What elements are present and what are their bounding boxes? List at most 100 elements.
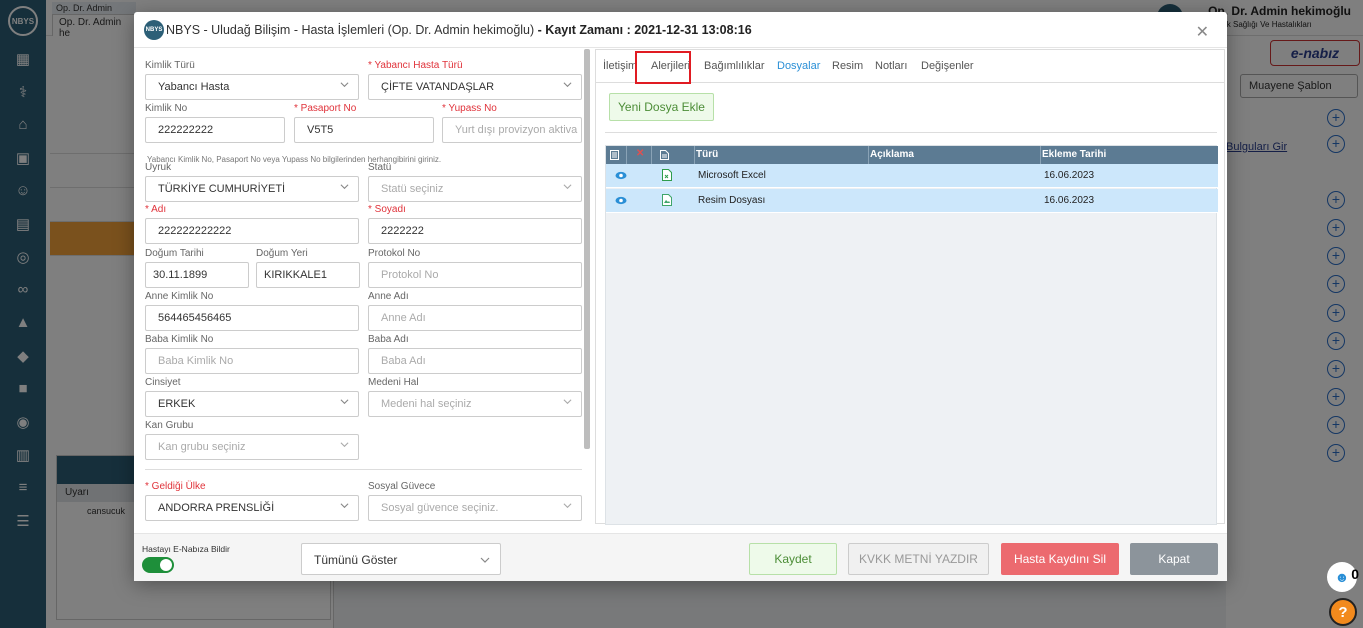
tab-bagimliliklar[interactable]: Bağımlılıklar (704, 60, 765, 72)
eye-icon[interactable] (615, 196, 627, 205)
tab-resim[interactable]: Resim (832, 60, 863, 72)
nbys-logo: NBYS (144, 19, 164, 40)
list-icon[interactable] (610, 150, 619, 160)
column-separator (1040, 146, 1041, 164)
anne-kimlik-no-label: Anne Kimlik No (145, 291, 214, 302)
soyadi-field: * Soyadı 2222222 (368, 204, 582, 244)
protokol-no-field: Protokol No Protokol No (368, 248, 582, 288)
help-button[interactable]: ? (1329, 598, 1357, 626)
cinsiyet-select[interactable]: ERKEK (145, 391, 359, 417)
yabanci-hasta-turu-select[interactable]: ÇİFTE VATANDAŞLAR (368, 74, 582, 100)
sosyal-guvence-select[interactable]: Sosyal güvence seçiniz. (368, 495, 582, 521)
kimlik-no-input[interactable]: 222222222 (145, 117, 285, 143)
anne-kimlik-no-field: Anne Kimlik No 564465456465 (145, 291, 359, 331)
chevron-down-icon (340, 184, 349, 190)
yupass-no-input[interactable]: Yurt dışı provizyon aktiva (442, 117, 582, 143)
anne-kimlik-no-input[interactable]: 564465456465 (145, 305, 359, 331)
statu-select[interactable]: Statü seçiniz (368, 176, 582, 202)
tab-notlari[interactable]: Notları (875, 60, 907, 72)
column-header-aciklama[interactable]: Açıklama (870, 149, 914, 160)
table-row[interactable]: Resim Dosyası 16.06.2023 (606, 189, 1218, 213)
anne-adi-input[interactable]: Anne Adı (368, 305, 582, 331)
adi-field: * Adı 222222222222 (145, 204, 359, 244)
close-button[interactable]: Kapat (1130, 543, 1218, 575)
soyadi-input[interactable]: 2222222 (368, 218, 582, 244)
dogum-yeri-input[interactable]: KIRIKKALE1 (256, 262, 360, 288)
column-header-turu[interactable]: Türü (696, 149, 718, 160)
uyruk-select[interactable]: TÜRKİYE CUMHURİYETİ (145, 176, 359, 202)
medeni-hal-select[interactable]: Medeni hal seçiniz (368, 391, 582, 417)
kimlik-turu-field: Kimlik Türü Yabancı Hasta (145, 60, 359, 100)
yabanci-hasta-turu-label: * Yabancı Hasta Türü (368, 60, 463, 71)
kan-grubu-placeholder: Kan grubu seçiniz (158, 441, 246, 453)
chevron-down-icon (563, 184, 572, 190)
baba-kimlik-no-input[interactable]: Baba Kimlik No (145, 348, 359, 374)
table-row[interactable]: Microsoft Excel 16.06.2023 (606, 164, 1218, 188)
yupass-no-label: * Yupass No (442, 103, 497, 114)
protokol-no-input[interactable]: Protokol No (368, 262, 582, 288)
anne-adi-field: Anne Adı Anne Adı (368, 291, 582, 331)
dogum-tarihi-field: Doğum Tarihi 30.11.1899 (145, 248, 249, 288)
tab-degisenler[interactable]: Değişenler (921, 60, 974, 72)
kan-grubu-select[interactable]: Kan grubu seçiniz (145, 434, 359, 460)
enabiz-toggle-label: Hastayı E-Nabıza Bildir (142, 544, 230, 554)
show-all-value: Tümünü Göster (314, 553, 398, 567)
medeni-hal-field: Medeni Hal Medeni hal seçiniz (368, 377, 582, 417)
adi-input[interactable]: 222222222222 (145, 218, 359, 244)
cinsiyet-field: Cinsiyet ERKEK (145, 377, 359, 417)
chevron-down-icon (340, 503, 349, 509)
baba-adi-input[interactable]: Baba Adı (368, 348, 582, 374)
statu-field: Statü Statü seçiniz (368, 162, 582, 202)
chevron-down-icon (480, 557, 490, 563)
dogum-yeri-label: Doğum Yeri (256, 248, 308, 259)
notification-count: 0 (1351, 566, 1359, 582)
show-all-select[interactable]: Tümünü Göster (301, 543, 501, 575)
medeni-hal-placeholder: Medeni hal seçiniz (381, 398, 472, 410)
save-button[interactable]: Kaydet (749, 543, 837, 575)
column-separator (651, 146, 652, 164)
eye-icon[interactable] (615, 171, 627, 180)
chevron-down-icon (563, 399, 572, 405)
file-type: Microsoft Excel (698, 170, 766, 181)
document-icon (660, 150, 669, 160)
file-type: Resim Dosyası (698, 195, 766, 206)
image-file-icon (662, 194, 672, 206)
chevron-down-icon (340, 399, 349, 405)
pasaport-no-input[interactable]: V5T5 (294, 117, 434, 143)
geldigi-ulke-label: * Geldiği Ülke (145, 481, 206, 492)
kvkk-print-button[interactable]: KVKK METNİ YAZDIR (848, 543, 989, 575)
table-header: ✕ Türü Açıklama Ekleme Tarihi (606, 146, 1218, 164)
medeni-hal-label: Medeni Hal (368, 377, 419, 388)
kan-grubu-label: Kan Grubu (145, 420, 194, 431)
tab-dosyalar[interactable]: Dosyalar (777, 60, 820, 72)
delete-column-icon[interactable]: ✕ (636, 148, 644, 159)
dogum-tarihi-input[interactable]: 30.11.1899 (145, 262, 249, 288)
delete-patient-button[interactable]: Hasta Kaydını Sil (1001, 543, 1119, 575)
tab-iletisim[interactable]: İletişim (603, 60, 637, 72)
protokol-no-label: Protokol No (368, 248, 421, 259)
kimlik-turu-select[interactable]: Yabancı Hasta (145, 74, 359, 100)
sosyal-guvence-placeholder: Sosyal güvence seçiniz. (381, 502, 499, 514)
modal-title-text: NBYS - Uludağ Bilişim - Hasta İşlemleri … (166, 22, 535, 37)
column-header-ekleme-tarihi[interactable]: Ekleme Tarihi (1042, 149, 1106, 160)
close-icon[interactable]: ✕ (1196, 22, 1209, 42)
yabanci-hasta-turu-value: ÇİFTE VATANDAŞLAR (381, 81, 495, 93)
kan-grubu-field: Kan Grubu Kan grubu seçiniz (145, 420, 359, 460)
statu-placeholder: Statü seçiniz (381, 183, 444, 195)
file-date: 16.06.2023 (1044, 170, 1095, 181)
form-scrollbar[interactable] (584, 49, 590, 449)
dosyalar-tab-highlight (635, 51, 691, 84)
file-date: 16.06.2023 (1044, 195, 1095, 206)
pasaport-no-label: * Pasaport No (294, 103, 357, 114)
kimlik-turu-label: Kimlik Türü (145, 60, 195, 71)
yupass-no-field: * Yupass No Yurt dışı provizyon aktiva (442, 103, 582, 143)
new-file-button[interactable]: Yeni Dosya Ekle (609, 93, 714, 121)
enabiz-toggle[interactable] (142, 557, 174, 573)
modal-header: NBYS NBYS - Uludağ Bilişim - Hasta İşlem… (134, 12, 1227, 48)
files-table: ✕ Türü Açıklama Ekleme Tarihi Microsoft … (605, 145, 1218, 525)
geldigi-ulke-select[interactable]: ANDORRA PRENSLİĞİ (145, 495, 359, 521)
geldigi-ulke-field: * Geldiği Ülke ANDORRA PRENSLİĞİ (145, 481, 359, 521)
modal-title: NBYS - Uludağ Bilişim - Hasta İşlemleri … (166, 23, 752, 37)
baba-kimlik-no-field: Baba Kimlik No Baba Kimlik No (145, 334, 359, 374)
sosyal-guvence-label: Sosyal Güvece (368, 481, 436, 492)
